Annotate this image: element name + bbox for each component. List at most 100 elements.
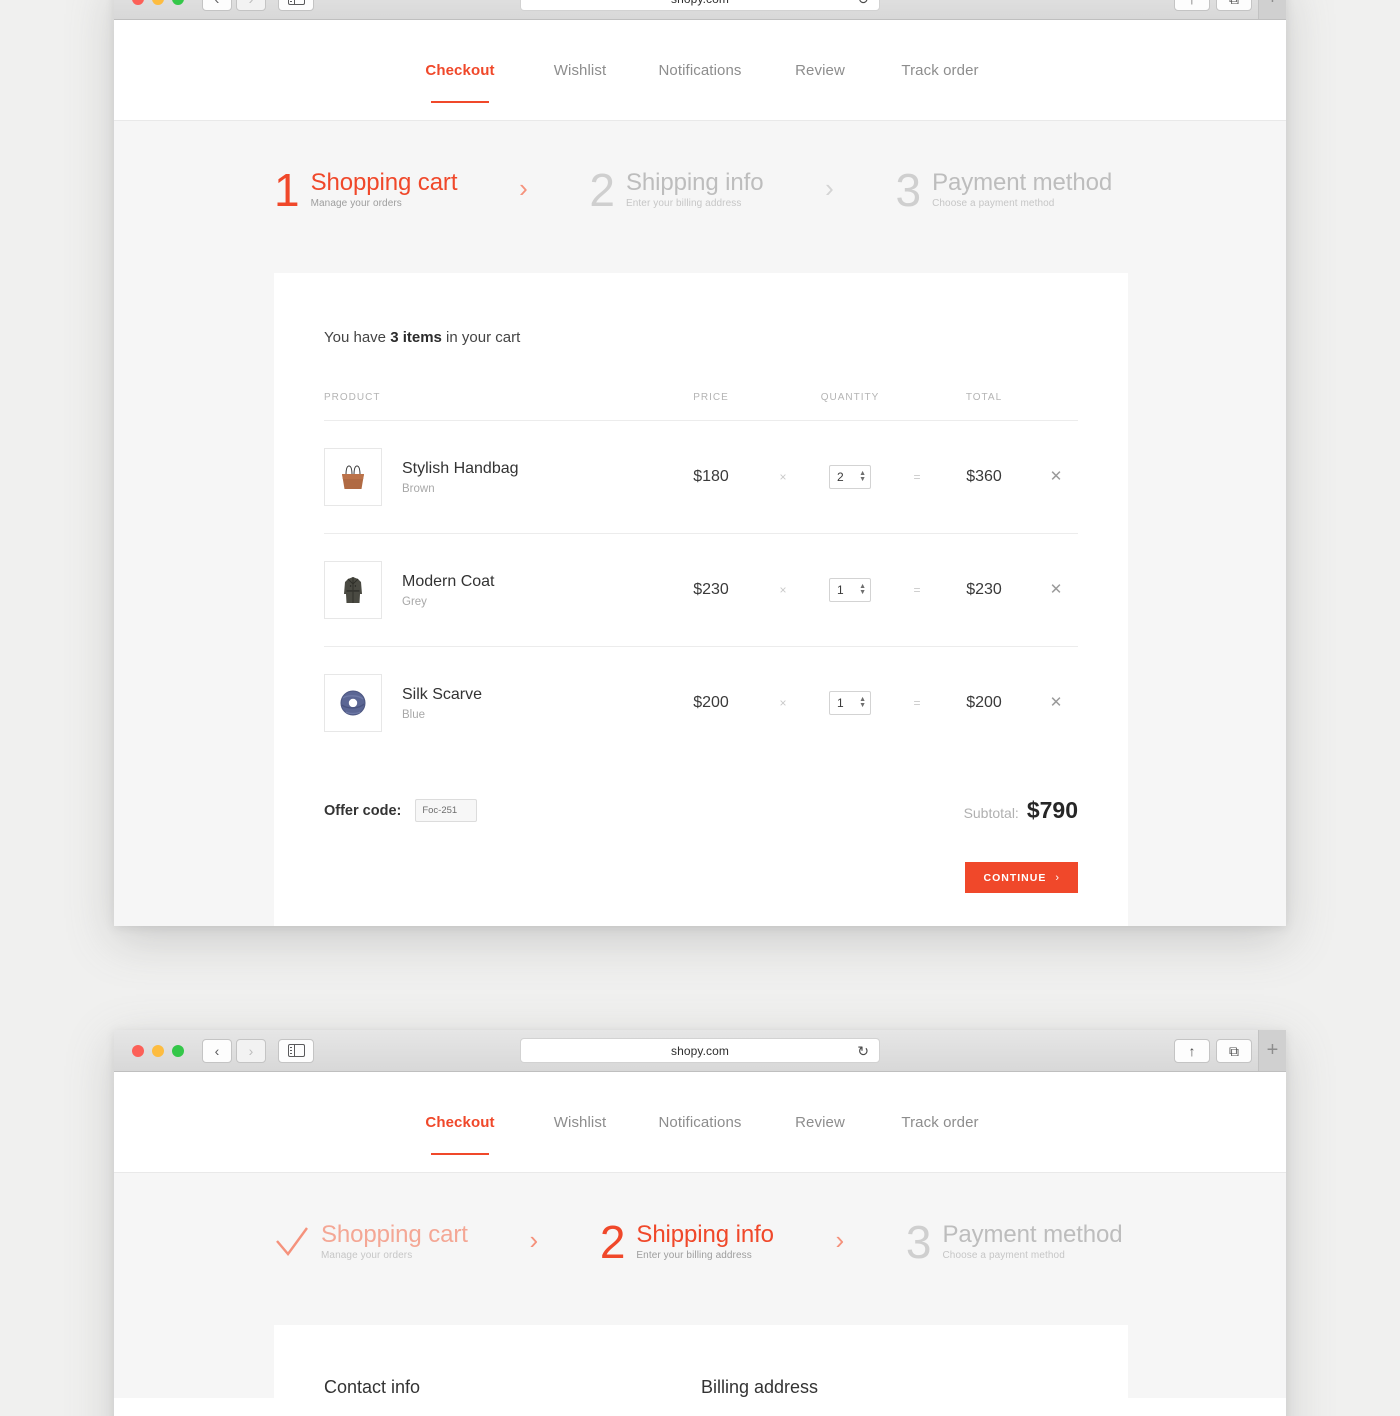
nav-item-track-order[interactable]: Track order [880,20,1000,121]
close-window-button[interactable] [132,0,144,5]
tabs-icon: ⧉ [1229,0,1239,6]
cart-summary-prefix: You have [324,329,391,346]
contact-info-heading: Contact info [324,1377,421,1397]
back-button[interactable]: ‹ [202,1038,232,1063]
nav-item-wishlist[interactable]: Wishlist [520,1072,640,1173]
step-subtitle: Enter your billing address [636,1250,752,1262]
equals-symbol: = [900,533,934,647]
browser-window-cart: ‹ › shopy.com ↻ ↑ ⧉ + Checkout Wishlist … [114,0,1286,926]
step-subtitle: Manage your orders [321,1250,413,1262]
nav-item-review[interactable]: Review [760,1072,880,1173]
multiply-symbol: × [766,533,800,647]
share-button[interactable]: ↑ [1174,0,1210,11]
quantity-value: 2 [837,470,844,484]
remove-item-button[interactable]: ✕ [1050,694,1063,711]
step-title: Shopping cart [310,169,458,196]
step-subtitle: Manage your orders [310,198,402,210]
quantity-spinner-icon[interactable]: ▲ ▼ [859,696,866,709]
step-subtitle: Enter your billing address [626,198,742,210]
nav-item-review[interactable]: Review [760,20,880,121]
nav-item-notifications[interactable]: Notifications [640,1072,760,1173]
table-row: Silk Scarve Blue $200 × 1 ▲ ▼ = $200 ✕ [324,647,1078,760]
cart-item-quantity-cell: 2 ▲ ▼ [800,420,900,534]
new-tab-button[interactable]: + [1258,0,1286,19]
browser-window-shipping: ‹ › shopy.com ↻ ↑ ⧉ + Checkout Wishlist … [114,1030,1286,1416]
cart-item-name: Modern Coat [402,572,495,590]
checkout-body-shipping: Shopping cart Manage your orders › 2 Shi… [114,1173,1286,1398]
step-title: Payment method [932,169,1113,196]
equals-symbol: = [900,420,934,534]
continue-button[interactable]: CONTINUE › [965,862,1078,893]
column-header-quantity: QUANTITY [800,392,900,421]
cart-card: You have 3 items in your cart PRODUCT PR… [274,273,1128,926]
cart-item-price: $200 [693,694,729,711]
nav-item-track-order[interactable]: Track order [880,1072,1000,1173]
new-tab-button[interactable]: + [1258,1030,1286,1071]
quantity-value: 1 [837,583,844,597]
show-tabs-button[interactable]: ⧉ [1216,1038,1252,1063]
billing-address-heading: Billing address [701,1377,819,1397]
quantity-stepper[interactable]: 2 ▲ ▼ [829,465,871,489]
forward-button[interactable]: › [236,1038,266,1063]
reload-icon[interactable]: ↻ [857,1044,869,1058]
chevron-right-icon: › [1055,871,1060,884]
step-payment-method[interactable]: 3 Payment method Choose a payment method [895,164,1113,216]
step-shopping-cart[interactable]: Shopping cart Manage your orders [274,1221,468,1263]
minimize-window-button[interactable] [152,0,164,5]
cart-item-total: $200 [966,694,1002,711]
cart-item-quantity-cell: 1 ▲ ▼ [800,647,900,760]
coat-thumbnail-icon [324,561,382,619]
forward-button[interactable]: › [236,0,266,11]
back-button[interactable]: ‹ [202,0,232,11]
handbag-thumbnail-icon [324,448,382,506]
browser-titlebar-top: ‹ › shopy.com ↻ ↑ ⧉ + [114,0,1286,20]
cart-item-product: Modern Coat Grey [324,533,656,647]
step-number: 3 [905,1216,932,1268]
close-window-button[interactable] [132,1044,144,1057]
maximize-window-button[interactable] [172,0,184,5]
subtotal-value: $790 [1026,797,1078,823]
remove-item-button[interactable]: ✕ [1050,468,1063,485]
quantity-value: 1 [837,696,844,710]
sidebar-icon [287,1044,305,1057]
step-shipping-info[interactable]: 2 Shipping info Enter your billing addre… [589,167,763,213]
address-bar-url: shopy.com [670,1043,730,1058]
remove-item-button[interactable]: ✕ [1050,581,1063,598]
nav-item-wishlist[interactable]: Wishlist [520,20,640,121]
step-title: Payment method [942,1221,1123,1248]
address-bar[interactable]: shopy.com ↻ [520,1038,880,1063]
continue-row: CONTINUE › [324,862,1078,893]
share-icon: ↑ [1189,0,1196,6]
cart-item-product: Silk Scarve Blue [324,647,656,760]
nav-item-notifications[interactable]: Notifications [640,20,760,121]
step-payment-method[interactable]: 3 Payment method Choose a payment method [905,1216,1123,1268]
cart-item-product: Stylish Handbag Brown [324,420,656,534]
minimize-window-button[interactable] [152,1044,164,1057]
quantity-stepper[interactable]: 1 ▲ ▼ [829,691,871,715]
quantity-spinner-icon[interactable]: ▲ ▼ [859,470,866,483]
sidebar-toggle-button[interactable] [278,0,314,11]
traffic-lights-top [132,0,184,5]
column-header-spacer-equals [900,392,934,421]
step-separator-arrow-icon: › [835,1225,845,1255]
quantity-spinner-icon[interactable]: ▲ ▼ [859,583,866,596]
step-title: Shipping info [636,1221,774,1248]
maximize-window-button[interactable] [172,1044,184,1057]
cart-item-variant: Blue [402,709,426,722]
quantity-stepper[interactable]: 1 ▲ ▼ [829,578,871,602]
step-number: 3 [895,164,922,216]
cart-item-variant: Grey [402,596,427,609]
show-tabs-button[interactable]: ⧉ [1216,0,1252,11]
cart-item-quantity-cell: 1 ▲ ▼ [800,533,900,647]
step-shipping-info[interactable]: 2 Shipping info Enter your billing addre… [600,1219,774,1265]
nav-item-checkout[interactable]: Checkout [400,20,520,121]
share-button[interactable]: ↑ [1174,1038,1210,1063]
offer-code-label: Offer code: [324,802,402,819]
address-bar[interactable]: shopy.com ↻ [520,0,880,11]
reload-icon[interactable]: ↻ [857,0,869,6]
nav-item-checkout[interactable]: Checkout [400,1072,520,1173]
cart-item-count: 3 items [390,329,442,346]
step-shopping-cart[interactable]: 1 Shopping cart Manage your orders [274,167,458,213]
offer-code-input[interactable] [415,799,478,822]
sidebar-toggle-button[interactable] [278,1038,314,1063]
